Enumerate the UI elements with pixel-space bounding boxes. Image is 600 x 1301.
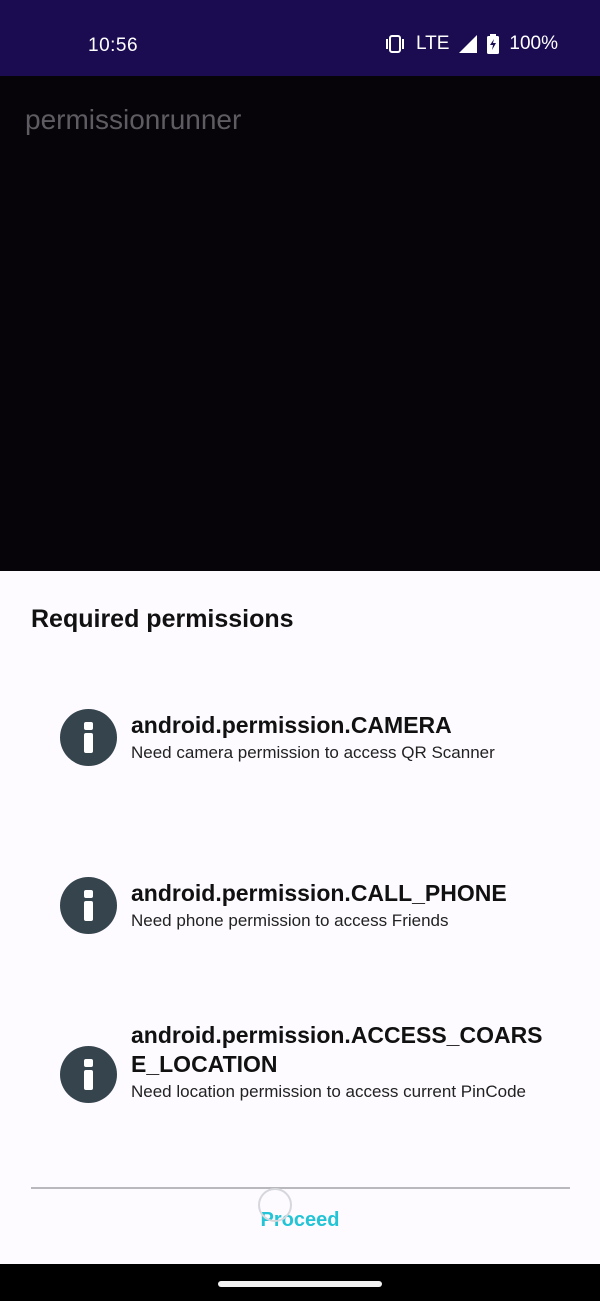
- battery-level: 100%: [509, 33, 558, 54]
- app-title: permissionrunner: [25, 104, 242, 135]
- vibrate-icon: [384, 34, 406, 54]
- navigation-bar: [0, 1264, 600, 1301]
- status-bar: 10:56 LTE 100%: [0, 0, 600, 76]
- status-time: 10:56: [88, 35, 139, 56]
- proceed-button[interactable]: Proceed: [200, 1188, 400, 1243]
- permission-name: android.permission.ACCESS_COARSE_LOCATIO…: [131, 1022, 543, 1077]
- divider: [31, 1187, 570, 1189]
- signal-icon: [459, 35, 478, 53]
- permission-text: android.permission.ACCESS_COARSE_LOCATIO…: [131, 1021, 551, 1103]
- info-icon: [60, 877, 117, 934]
- permission-name: android.permission.CAMERA: [131, 712, 452, 738]
- home-gesture-handle[interactable]: [218, 1281, 382, 1287]
- permission-name: android.permission.CALL_PHONE: [131, 880, 507, 906]
- network-type: LTE: [415, 33, 450, 54]
- sheet-title: Required permissions: [31, 605, 294, 633]
- permission-description: Need location permission to access curre…: [131, 1082, 526, 1101]
- permission-description: Need phone permission to access Friends: [131, 911, 449, 930]
- info-icon: [60, 1046, 117, 1103]
- info-icon: [60, 709, 117, 766]
- permission-description: Need camera permission to access QR Scan…: [131, 743, 495, 762]
- status-icons: LTE 100%: [384, 33, 558, 55]
- permission-text: android.permission.CALL_PHONE Need phone…: [131, 879, 561, 932]
- screen: 10:56 LTE 100% permissionrunner Required…: [0, 0, 600, 1301]
- touch-ripple: [258, 1188, 292, 1222]
- permissions-bottom-sheet: Required permissions android.permission.…: [0, 571, 600, 1264]
- battery-charging-icon: [487, 34, 500, 54]
- permission-text: android.permission.CAMERA Need camera pe…: [131, 711, 561, 764]
